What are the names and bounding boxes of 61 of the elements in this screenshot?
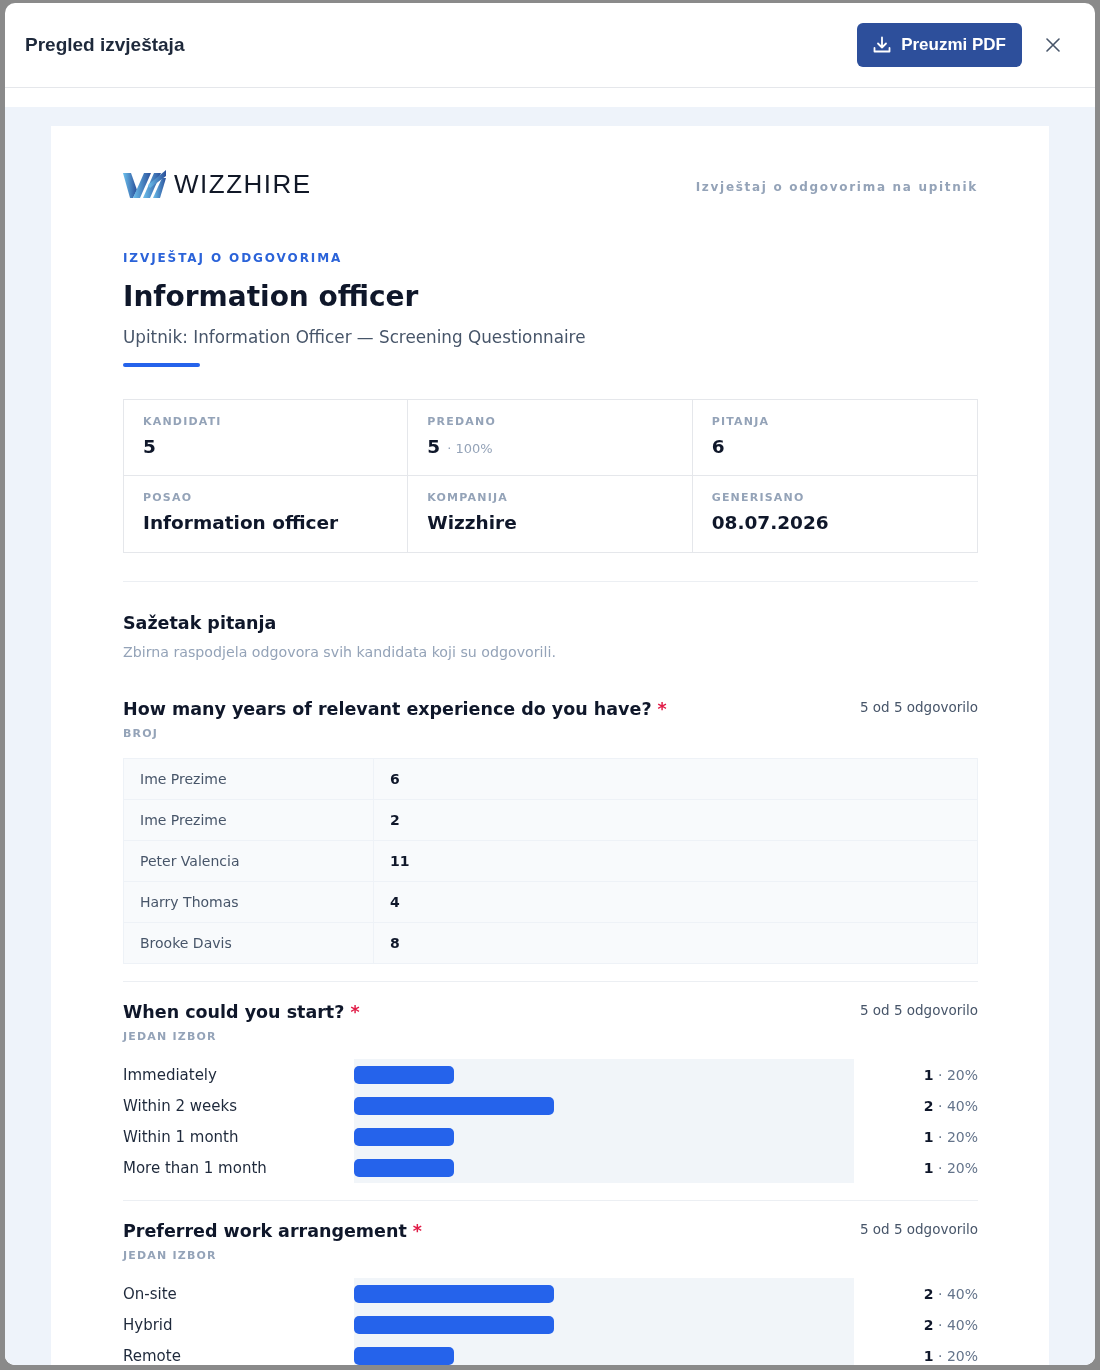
answered-count: 5 od 5 odgovorilo	[859, 1220, 978, 1239]
stat-label: POSAO	[143, 491, 194, 505]
stat-label: KANDIDATI	[143, 415, 223, 429]
option-label: Within 1 month	[123, 1127, 240, 1146]
table-cell: Peter Valencia	[124, 841, 374, 881]
stat-label: KOMPANIJA	[427, 491, 509, 505]
stat-label: GENERISANO	[711, 491, 806, 505]
result-count: 1 · 20%	[922, 1066, 978, 1083]
question-title: Preferred work arrangement	[123, 1221, 407, 1241]
question-title: How many years of relevant experience do you have?	[123, 699, 652, 719]
result-count: 2 · 40%	[922, 1316, 978, 1333]
report-eyebrow: IZVJEŠTAJ O ODGOVORIMA	[123, 250, 344, 266]
report-subtitle: Upitnik: Information Officer — Screening Questionnaire	[123, 326, 587, 348]
brand-name: WIZZHIRE	[174, 169, 312, 199]
answered-count: 5 od 5 odgovorilo	[859, 1001, 978, 1020]
stat-value: 6	[711, 435, 725, 459]
result-count: 1 · 20%	[922, 1159, 978, 1176]
result-count: 2 · 40%	[922, 1285, 978, 1302]
required-mark: *	[350, 1002, 360, 1022]
question-type: JEDAN IZBOR	[123, 1249, 218, 1263]
table-cell-text: 2	[389, 812, 400, 828]
close-icon	[1046, 38, 1060, 52]
report-title: Information officer	[123, 280, 420, 314]
table-cell-text: 4	[389, 894, 400, 910]
section-description: Zbirna raspodjela odgovora svih kandidata koji su odgovorili.	[123, 643, 557, 661]
table-cell: Harry Thomas	[124, 882, 374, 922]
stat-value: 5	[427, 435, 441, 459]
result-count: 2 · 40%	[922, 1097, 978, 1114]
logo-mark-icon	[123, 170, 166, 198]
table-cell-text: 11	[389, 853, 410, 869]
result-count: 1 · 20%	[922, 1128, 978, 1145]
download-pdf-button[interactable]: Preuzmi PDF	[857, 23, 1022, 67]
result-count: 1 · 20%	[922, 1347, 978, 1364]
stat-label: PITANJA	[711, 415, 771, 429]
stat-value: 5	[143, 435, 156, 459]
option-label: On-site	[123, 1284, 178, 1303]
stat-value: 08.07.2026	[711, 511, 829, 535]
table-cell-text: 8	[389, 935, 400, 951]
required-mark: *	[657, 699, 667, 719]
option-label: Remote	[123, 1346, 182, 1365]
option-label: Immediately	[123, 1065, 218, 1084]
table-cell: Ime Prezime	[124, 800, 374, 840]
table-cell-text: 6	[389, 771, 400, 787]
question-type: JEDAN IZBOR	[123, 1030, 218, 1044]
required-mark: *	[412, 1221, 422, 1241]
section-title: Sažetak pitanja	[123, 612, 278, 635]
question-title: When could you start?	[123, 1002, 345, 1022]
option-label: More than 1 month	[123, 1158, 268, 1177]
stat-note: · 100%	[447, 441, 493, 456]
stat-value: Information officer	[143, 511, 339, 535]
stat-label: PREDANO	[427, 415, 497, 429]
table-cell: Ime Prezime	[124, 759, 374, 799]
option-label: Hybrid	[123, 1315, 174, 1334]
answered-count: 5 od 5 odgovorilo	[859, 698, 978, 717]
option-label: Within 2 weeks	[123, 1096, 239, 1115]
dialog-title: Pregled izvještaja	[25, 34, 185, 56]
table-cell: Brooke Davis	[124, 923, 374, 963]
stat-value: Wizzhire	[427, 511, 517, 535]
download-icon	[873, 36, 892, 54]
report-caption: Izvještaj o odgovorima na upitnik	[695, 178, 978, 194]
question-type: BROJ	[123, 727, 160, 741]
